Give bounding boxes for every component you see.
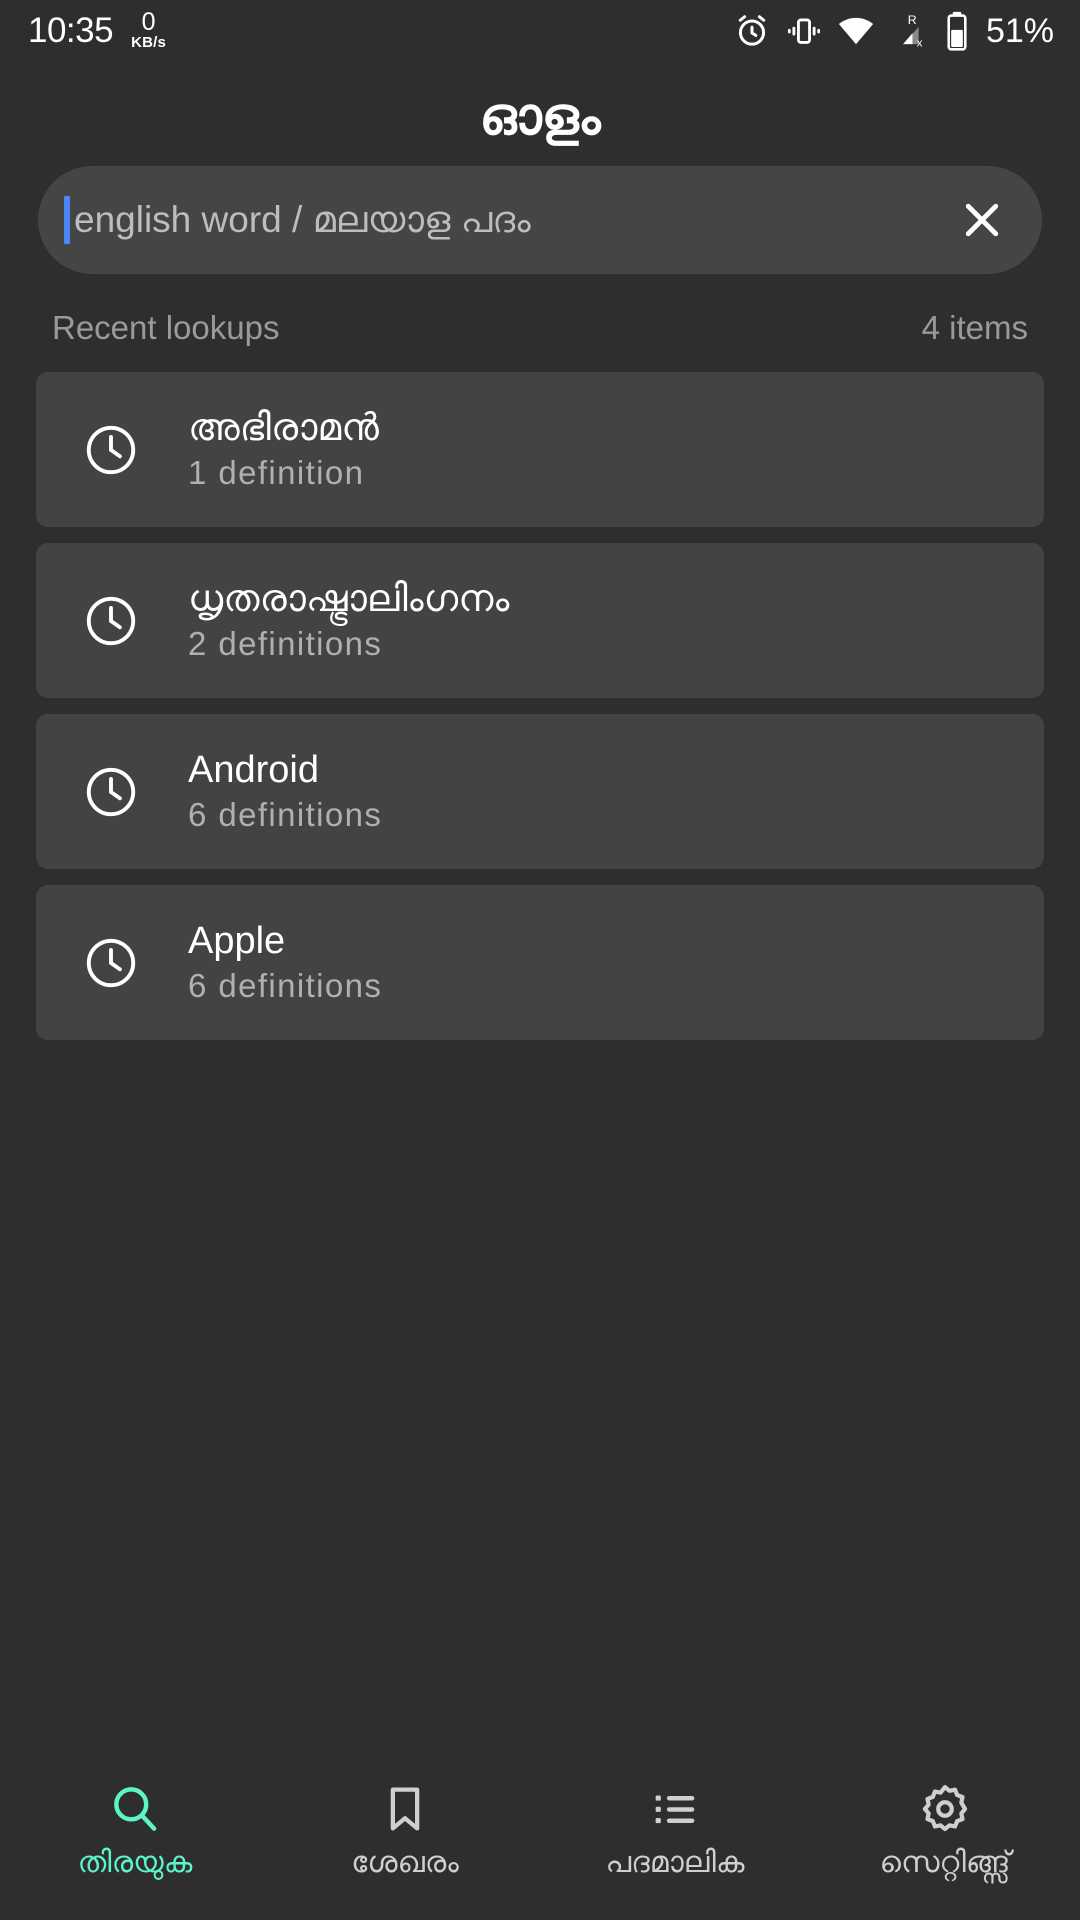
list-item-definitions: 2 definitions <box>188 625 383 663</box>
page-title: ഓളം <box>479 88 601 146</box>
cellular-roaming-no-sim-icon: R x <box>890 11 930 51</box>
clock-icon <box>82 421 140 479</box>
text-cursor <box>64 196 70 244</box>
nav-label-wordlist: പദമാലിക <box>605 1846 745 1879</box>
status-bar-right: R x 51% <box>733 11 1054 51</box>
list-item-word: അഭിരാമൻ <box>188 406 379 449</box>
svg-text:R: R <box>908 13 917 27</box>
list-icon <box>648 1780 702 1838</box>
recent-lookups-list: അഭിരാമൻ 1 definition ധൃതരാഷ്ട്രാലിംഗനം 2… <box>0 372 1080 1040</box>
search-bar[interactable] <box>38 166 1042 274</box>
list-item-word: Android <box>188 748 319 791</box>
search-section <box>0 166 1080 284</box>
vibrate-icon <box>786 13 822 49</box>
clock-icon <box>82 934 140 992</box>
recent-lookups-count: 4 items <box>921 309 1028 346</box>
nav-item-settings[interactable]: സെറ്റിങ്ങ്സ് <box>810 1780 1080 1878</box>
list-item[interactable]: ധൃതരാഷ്ട്രാലിംഗനം 2 definitions <box>36 543 1044 698</box>
list-item-text: Android 6 definitions <box>188 748 382 836</box>
recent-lookups-header: Recent lookups 4 items <box>0 284 1080 372</box>
alarm-icon <box>733 12 771 50</box>
search-icon <box>107 1780 163 1838</box>
list-item-definitions: 6 definitions <box>188 796 383 834</box>
list-item[interactable]: Apple 6 definitions <box>36 885 1044 1040</box>
battery-percent: 51% <box>985 11 1054 50</box>
nav-label-search: തിരയുക <box>77 1846 193 1879</box>
recent-lookups-label: Recent lookups <box>52 309 280 346</box>
app-root: 10:35 0 KB/s R x 51% ഓളം english word / … <box>0 0 1080 1920</box>
search-input[interactable] <box>74 199 940 241</box>
clock-icon <box>82 763 140 821</box>
network-speed-unit: KB/s <box>131 34 167 51</box>
list-item-word: ധൃതരാഷ്ട്രാലിംഗനം <box>188 577 510 620</box>
list-item[interactable]: അഭിരാമൻ 1 definition <box>36 372 1044 527</box>
list-item-text: അഭിരാമൻ 1 definition <box>188 406 379 494</box>
bookmark-icon <box>378 1780 432 1838</box>
network-speed-value: 0 <box>141 8 156 36</box>
battery-icon <box>945 11 969 51</box>
status-bar: 10:35 0 KB/s R x 51% <box>0 0 1080 62</box>
network-speed-indicator: 0 KB/s <box>131 8 167 51</box>
status-bar-left: 10:35 0 KB/s <box>28 8 167 51</box>
list-item-word: Apple <box>188 919 286 962</box>
list-item-text: ധൃതരാഷ്ട്രാലിംഗനം 2 definitions <box>188 577 509 665</box>
close-icon[interactable] <box>950 188 1014 252</box>
list-item-definitions: 1 definition <box>188 454 365 492</box>
nav-item-collection[interactable]: ശേഖരം <box>270 1780 540 1878</box>
gear-icon <box>917 1780 973 1838</box>
nav-label-settings: സെറ്റിങ്ങ്സ് <box>879 1846 1011 1879</box>
nav-item-wordlist[interactable]: പദമാലിക <box>540 1780 810 1878</box>
clock-icon <box>82 592 140 650</box>
nav-label-collection: ശേഖരം <box>351 1846 459 1879</box>
status-clock: 10:35 <box>28 11 114 50</box>
nav-item-search[interactable]: തിരയുക <box>0 1780 270 1878</box>
svg-text:x: x <box>917 38 923 50</box>
list-item[interactable]: Android 6 definitions <box>36 714 1044 869</box>
bottom-navigation: തിരയുക ശേഖരം പദമാലിക സെറ്റിങ്ങ്സ് <box>0 1768 1080 1920</box>
list-item-definitions: 6 definitions <box>188 967 383 1005</box>
list-item-text: Apple 6 definitions <box>188 919 382 1007</box>
wifi-icon <box>837 12 875 50</box>
